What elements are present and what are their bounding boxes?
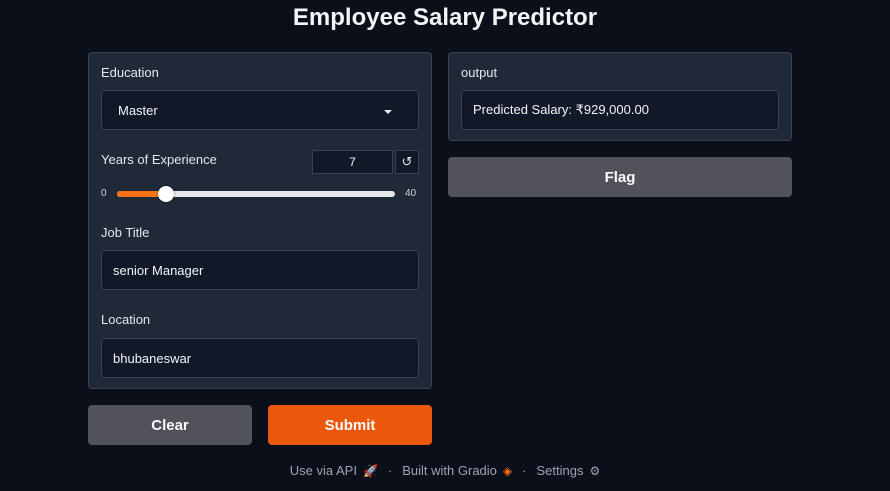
output-textbox[interactable]: Predicted Salary: ₹929,000.00	[461, 90, 779, 130]
slider-min-label: 0	[101, 188, 107, 199]
clear-button[interactable]: Clear	[88, 405, 252, 445]
rocket-icon: 🚀	[362, 463, 378, 478]
use-via-api-link[interactable]: Use via API	[290, 463, 357, 478]
footer-separator: ·	[387, 463, 393, 478]
footer: Use via API 🚀 · Built with Gradio ◈ · Se…	[0, 463, 890, 478]
built-with-gradio-link[interactable]: Built with Gradio	[402, 463, 497, 478]
experience-label: Years of Experience	[101, 152, 217, 167]
job-title-input[interactable]: senior Manager	[101, 250, 419, 290]
experience-number-input[interactable]: 7	[312, 150, 393, 174]
location-label: Location	[101, 312, 151, 327]
education-label: Education	[101, 65, 159, 80]
gear-icon: ⚙	[589, 463, 601, 478]
education-value: Master	[118, 102, 158, 118]
experience-slider-thumb[interactable]	[157, 186, 174, 202]
chevron-down-icon	[384, 110, 392, 114]
gradio-logo-icon: ◈	[502, 463, 513, 478]
flag-button[interactable]: Flag	[448, 157, 792, 197]
reset-icon[interactable]: ↺	[395, 150, 419, 174]
input-panel: Education Master Years of Experience 7 ↺…	[88, 52, 432, 389]
page-title: Employee Salary Predictor	[292, 4, 598, 31]
job-title-label: Job Title	[101, 225, 150, 240]
location-input[interactable]: bhubaneswar	[101, 338, 419, 378]
submit-button[interactable]: Submit	[268, 405, 432, 445]
output-label: output	[461, 65, 498, 80]
education-dropdown[interactable]: Master	[101, 90, 419, 130]
footer-separator: ·	[522, 463, 527, 478]
settings-link[interactable]: Settings	[536, 463, 583, 478]
output-panel: output Predicted Salary: ₹929,000.00	[448, 52, 792, 141]
slider-max-label: 40	[405, 188, 417, 199]
